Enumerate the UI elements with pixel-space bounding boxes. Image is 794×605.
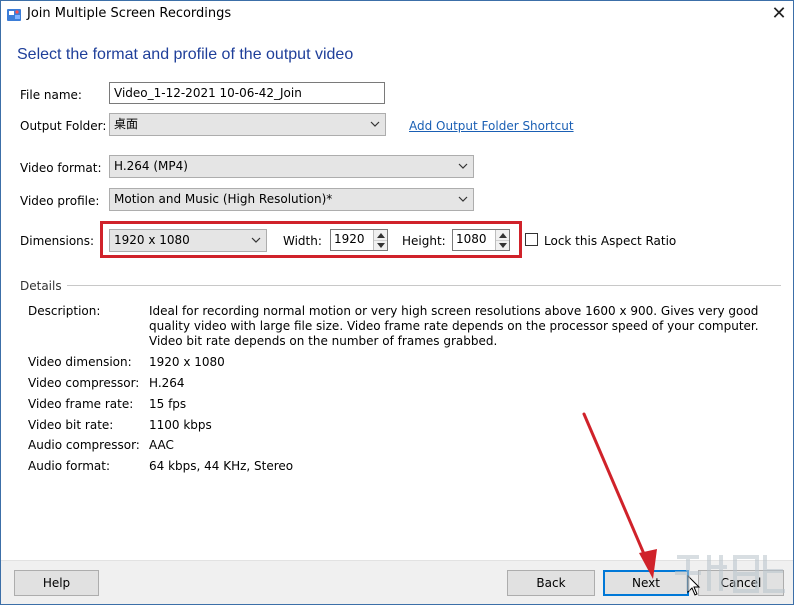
- detail-key: Video dimension:: [28, 355, 132, 369]
- spin-up-icon[interactable]: [496, 230, 509, 240]
- width-value: 1920: [334, 232, 365, 246]
- back-button[interactable]: Back: [507, 570, 595, 596]
- file-name-input[interactable]: Video_1-12-2021 10-06-42_Join: [109, 82, 385, 104]
- video-format-select[interactable]: H.264 (MP4): [109, 155, 474, 178]
- output-folder-label: Output Folder:: [20, 119, 107, 133]
- description-label: Description:: [28, 304, 101, 318]
- watermark-logo: [675, 555, 785, 593]
- width-spin-arrows[interactable]: [373, 230, 387, 250]
- detail-value: 1920 x 1080: [149, 355, 225, 369]
- dimensions-value: 1920 x 1080: [114, 233, 190, 247]
- dialog-window: Join Multiple Screen Recordings ✕ Select…: [0, 0, 794, 605]
- app-recorder-icon: [7, 9, 21, 21]
- help-button[interactable]: Help: [14, 570, 99, 596]
- lock-aspect-ratio-checkbox[interactable]: [525, 233, 538, 246]
- add-output-folder-shortcut-link[interactable]: Add Output Folder Shortcut: [409, 119, 574, 133]
- output-folder-select[interactable]: 桌面: [109, 113, 386, 136]
- page-title: Select the format and profile of the out…: [17, 46, 354, 63]
- height-label: Height:: [402, 234, 446, 248]
- chevron-down-icon: [251, 237, 261, 243]
- height-value: 1080: [456, 232, 487, 246]
- chevron-down-icon: [458, 163, 468, 169]
- video-profile-select[interactable]: Motion and Music (High Resolution)*: [109, 188, 474, 211]
- video-profile-label: Video profile:: [20, 194, 100, 208]
- dimensions-select[interactable]: 1920 x 1080: [109, 229, 267, 252]
- details-section-label: Details: [20, 279, 62, 293]
- spin-down-icon[interactable]: [374, 240, 387, 250]
- file-name-label: File name:: [20, 88, 82, 102]
- details-divider: [67, 285, 781, 286]
- video-format-value: H.264 (MP4): [114, 159, 188, 173]
- detail-key: Video frame rate:: [28, 397, 134, 411]
- window-title: Join Multiple Screen Recordings: [27, 6, 232, 21]
- detail-key: Video bit rate:: [28, 418, 114, 432]
- detail-key: Video compressor:: [28, 376, 140, 390]
- chevron-down-icon: [458, 196, 468, 202]
- description-value: Ideal for recording normal motion or ver…: [149, 304, 759, 348]
- height-spin-arrows[interactable]: [495, 230, 509, 250]
- close-button[interactable]: ✕: [765, 1, 793, 29]
- width-spinbox[interactable]: 1920: [330, 229, 388, 251]
- detail-value: AAC: [149, 438, 174, 452]
- title-bar: Join Multiple Screen Recordings ✕: [1, 1, 793, 29]
- video-profile-value: Motion and Music (High Resolution)*: [114, 192, 333, 206]
- detail-value: H.264: [149, 376, 185, 390]
- dimensions-label: Dimensions:: [20, 234, 95, 248]
- close-icon: ✕: [771, 3, 787, 24]
- chevron-down-icon: [370, 121, 380, 127]
- lock-aspect-ratio-label[interactable]: Lock this Aspect Ratio: [544, 234, 676, 248]
- detail-value: 15 fps: [149, 397, 187, 411]
- spin-down-icon[interactable]: [496, 240, 509, 250]
- width-label: Width:: [283, 234, 322, 248]
- spin-up-icon[interactable]: [374, 230, 387, 240]
- video-format-label: Video format:: [20, 161, 102, 175]
- detail-key: Audio format:: [28, 459, 111, 473]
- output-folder-value: 桌面: [114, 117, 139, 131]
- detail-key: Audio compressor:: [28, 438, 140, 452]
- detail-value: 64 kbps, 44 KHz, Stereo: [149, 459, 294, 473]
- detail-value: 1100 kbps: [149, 418, 212, 432]
- height-spinbox[interactable]: 1080: [452, 229, 510, 251]
